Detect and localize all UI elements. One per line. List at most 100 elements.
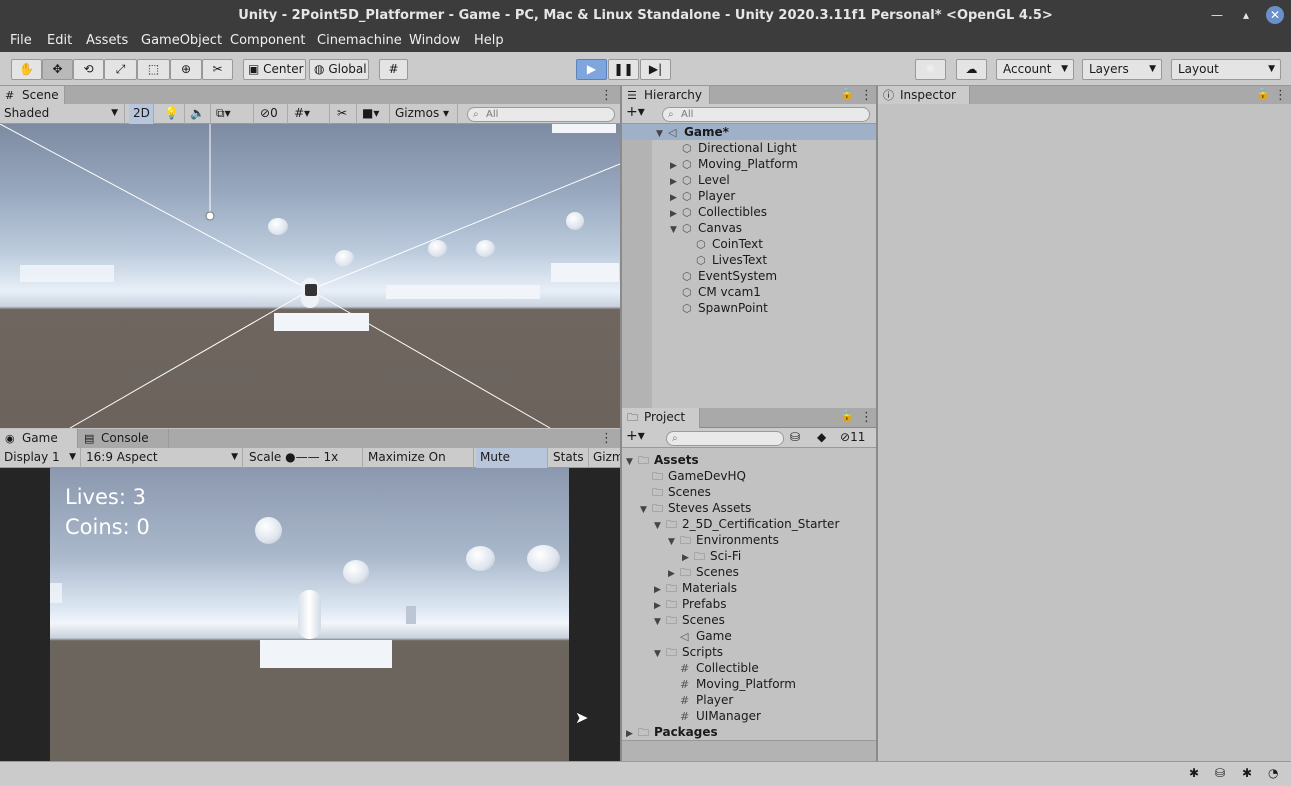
menu-help[interactable]: Help: [474, 33, 504, 48]
tab-scene[interactable]: # Scene: [0, 86, 65, 106]
move-tool-icon[interactable]: ✥: [42, 59, 73, 80]
cloud-icon[interactable]: ☁: [956, 59, 987, 80]
tab-game[interactable]: ◉ Game: [0, 429, 78, 449]
layout-dropdown[interactable]: Layout ▼: [1171, 59, 1281, 80]
hierarchy-row[interactable]: ⬡ LivesText: [684, 252, 767, 268]
fold-arrow-icon[interactable]: ▼: [640, 502, 652, 518]
stats-toggle[interactable]: Stats: [549, 448, 589, 468]
lock-icon[interactable]: 🔒: [840, 87, 854, 100]
rect-tool-icon[interactable]: ⬚: [137, 59, 170, 80]
project-row[interactable]: ▶ 🗀 Scenes: [668, 564, 739, 580]
project-row[interactable]: ▼ 🗀 Scenes: [654, 612, 725, 628]
menu-cinemachine[interactable]: Cinemachine: [317, 33, 402, 48]
hierarchy-row[interactable]: ⬡ CoinText: [684, 236, 763, 252]
play-icon[interactable]: ▶: [576, 59, 607, 80]
scale-tool-icon[interactable]: ⤢: [104, 59, 137, 80]
minimize-icon[interactable]: —: [1208, 6, 1226, 24]
scale-slider[interactable]: Scale ●—— 1x: [245, 448, 363, 468]
hierarchy-row[interactable]: ⬡ SpawnPoint: [670, 300, 768, 316]
space-toggle[interactable]: ◍ Global: [309, 59, 369, 80]
fold-arrow-icon[interactable]: ▼: [670, 222, 682, 238]
tools-icon[interactable]: ✂: [333, 104, 357, 124]
hierarchy-row[interactable]: ⬡ EventSystem: [670, 268, 777, 284]
menu-file[interactable]: File: [10, 33, 32, 48]
lock-icon[interactable]: 🔒: [1256, 87, 1270, 100]
rotate-tool-icon[interactable]: ⟲: [73, 59, 104, 80]
collab-icon[interactable]: ✺: [915, 59, 946, 80]
kebab-menu-icon[interactable]: ⋮: [860, 410, 873, 425]
hierarchy-row[interactable]: ▶ ⬡ Player: [670, 188, 735, 204]
kebab-menu-icon[interactable]: ⋮: [600, 88, 613, 103]
game-viewport[interactable]: Lives: 3 Coins: 0 ➤: [0, 468, 620, 761]
game-render[interactable]: Lives: 3 Coins: 0: [50, 468, 569, 761]
hierarchy-row[interactable]: ⬡ CM vcam1: [670, 284, 761, 300]
create-asset-button[interactable]: +▾: [626, 428, 645, 444]
project-row[interactable]: # Collectible: [668, 660, 759, 676]
scene-viewport[interactable]: [0, 124, 620, 428]
project-row[interactable]: 🗀 GameDevHQ: [640, 468, 746, 484]
transform-tool-icon[interactable]: ⊕: [170, 59, 202, 80]
project-row[interactable]: ◁ Game: [668, 628, 732, 644]
tab-hierarchy[interactable]: ☰ Hierarchy: [622, 86, 710, 106]
effects-dropdown-icon[interactable]: ⧉▾: [212, 104, 254, 124]
tab-console[interactable]: ▤ Console: [79, 429, 169, 449]
account-dropdown[interactable]: Account ▼: [996, 59, 1074, 80]
project-row[interactable]: ▼ 🗀 Scripts: [654, 644, 723, 660]
project-row[interactable]: # UIManager: [668, 708, 761, 724]
hand-tool-icon[interactable]: ✋: [11, 59, 42, 80]
menu-assets[interactable]: Assets: [86, 33, 128, 48]
project-row[interactable]: ▶ 🗀 Packages: [626, 724, 718, 740]
hierarchy-row[interactable]: ▼ ⬡ Canvas: [670, 220, 742, 236]
auto-generate-icon[interactable]: ◔: [1268, 766, 1278, 780]
hierarchy-row[interactable]: ▶ ⬡ Level: [670, 172, 730, 188]
project-row[interactable]: 🗀 Scenes: [640, 484, 711, 500]
pause-icon[interactable]: ❚❚: [608, 59, 639, 80]
project-row[interactable]: ▶ 🗀 Sci-Fi: [682, 548, 741, 564]
fold-arrow-icon[interactable]: ▼: [654, 518, 666, 534]
project-row[interactable]: ▼ 🗀 Steves Assets: [640, 500, 751, 516]
tab-project[interactable]: 🗀 Project: [622, 408, 700, 428]
layers-dropdown[interactable]: Layers ▼: [1082, 59, 1162, 80]
filter-label-icon[interactable]: ◆: [817, 430, 826, 444]
camera-dropdown-icon[interactable]: ■▾: [358, 104, 390, 124]
fold-arrow-icon[interactable]: ▼: [656, 126, 668, 142]
mute-audio-toggle[interactable]: Mute Audio: [476, 448, 548, 483]
project-row[interactable]: ▼ 🗀 Assets: [626, 452, 699, 468]
step-icon[interactable]: ▶|: [640, 59, 671, 80]
gizmos-dropdown[interactable]: Gizmos ▾: [391, 104, 458, 124]
slider-handle-icon[interactable]: ●——: [285, 450, 319, 464]
grid-dropdown-icon[interactable]: #▾: [290, 104, 330, 124]
menu-window[interactable]: Window: [409, 33, 460, 48]
hidden-objects-toggle[interactable]: ⊘0: [256, 104, 288, 124]
project-row[interactable]: # Player: [668, 692, 733, 708]
project-row[interactable]: ▼ 🗀 2_5D_Certification_Starter: [654, 516, 839, 532]
kebab-menu-icon[interactable]: ⋮: [1274, 88, 1287, 103]
maximize-icon[interactable]: ▴: [1237, 6, 1255, 24]
scene-search-input[interactable]: ⌕ All: [467, 107, 615, 122]
project-row[interactable]: ▼ 🗀 Environments: [668, 532, 779, 548]
menu-component[interactable]: Component: [230, 33, 305, 48]
hierarchy-search-input[interactable]: ⌕ All: [662, 107, 870, 122]
audio-toggle-icon[interactable]: 🔈: [186, 104, 211, 124]
kebab-menu-icon[interactable]: ⋮: [600, 431, 613, 446]
fold-arrow-icon[interactable]: ▼: [626, 454, 638, 470]
menu-gameobject[interactable]: GameObject: [141, 33, 222, 48]
hierarchy-row[interactable]: ▼ ◁ Game*: [656, 124, 729, 140]
menu-edit[interactable]: Edit: [47, 33, 72, 48]
lighting-toggle-icon[interactable]: 💡: [160, 104, 185, 124]
custom-tool-icon[interactable]: ✂: [202, 59, 233, 80]
project-row[interactable]: ▶ 🗀 Materials: [654, 580, 737, 596]
hierarchy-row[interactable]: ▶ ⬡ Moving_Platform: [670, 156, 798, 172]
project-row[interactable]: ▶ 🗀 Prefabs: [654, 596, 727, 612]
grid-snap-icon[interactable]: #: [379, 59, 408, 80]
close-icon[interactable]: ✕: [1266, 6, 1284, 24]
pivot-toggle[interactable]: ▣ Center: [243, 59, 306, 80]
lock-icon[interactable]: 🔒: [840, 409, 854, 422]
hidden-packages-toggle[interactable]: ⊘11: [840, 430, 865, 444]
fold-arrow-icon[interactable]: ▼: [668, 534, 680, 550]
bake-icon[interactable]: ✱: [1242, 766, 1252, 780]
add-object-button[interactable]: +▾: [626, 104, 645, 120]
debug-icon[interactable]: ✱: [1189, 766, 1199, 780]
cache-icon[interactable]: ⛁: [1215, 766, 1225, 780]
project-search-input[interactable]: ⌕: [666, 431, 784, 446]
